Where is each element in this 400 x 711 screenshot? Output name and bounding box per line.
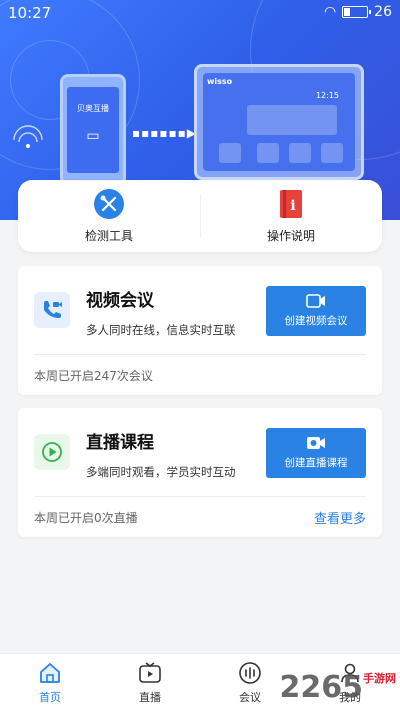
tv-tile — [289, 143, 311, 163]
svg-text:i: i — [290, 198, 295, 214]
home-icon — [37, 660, 63, 686]
meeting-title: 视频会议 — [86, 291, 154, 311]
nav-home-label: 首页 — [39, 691, 61, 704]
phone-illustration: 贝奥互播 ▭ — [60, 74, 126, 186]
tool-manual[interactable]: i 操作说明 — [200, 180, 382, 252]
live-stat: 本周已开启0次直播 — [34, 511, 138, 525]
tv-screen: wisso 12:15 — [203, 73, 355, 171]
live-card: 直播课程 多端同时观看，学员实时互动 创建直播课程 本周已开启0次直播 查看更多 — [18, 408, 382, 537]
meeting-stat: 本周已开启247次会议 — [34, 369, 153, 383]
tv-time: 12:15 — [315, 91, 339, 100]
tv-tile — [257, 143, 279, 163]
tv-tile — [321, 143, 343, 163]
tv-illustration: wisso 12:15 — [194, 64, 364, 180]
battery-fill — [344, 8, 351, 16]
create-live-label: 创建直播课程 — [284, 457, 348, 469]
nav-home[interactable]: 首页 — [0, 654, 100, 711]
manual-book-icon: i — [276, 189, 306, 219]
phone-app-name: 贝奥互播 — [77, 104, 109, 113]
meeting-desc: 多人同时在线，信息实时互联 — [86, 323, 236, 337]
meeting-icon — [237, 660, 263, 686]
signal-waves-icon — [13, 125, 43, 148]
watermark-sub: 手游网 — [363, 672, 396, 685]
phone-screen: 贝奥互播 ▭ — [67, 87, 119, 173]
tools-card: 检测工具 i 操作说明 — [18, 180, 382, 252]
nav-meeting-label: 会议 — [239, 691, 261, 704]
tool-manual-label: 操作说明 — [266, 228, 315, 243]
phone-video-icon — [34, 292, 70, 328]
watermark-text: 2265 — [279, 670, 364, 705]
folder-icon: ▭ — [86, 128, 100, 144]
meeting-card: 视频会议 多人同时在线，信息实时互联 创建视频会议 本周已开启247次会议 — [18, 266, 382, 395]
create-meeting-label: 创建视频会议 — [284, 315, 348, 327]
watermark-logo: 2265手游网 — [280, 670, 397, 705]
tv-tile — [247, 105, 337, 135]
status-bar: 10:27 ◠ 26 — [0, 0, 400, 26]
tool-detect[interactable]: 检测工具 — [18, 180, 200, 252]
battery-icon — [342, 6, 372, 18]
create-meeting-button[interactable]: 创建视频会议 — [266, 286, 366, 336]
live-desc: 多端同时观看，学员实时互动 — [86, 465, 236, 479]
camera-icon — [307, 437, 325, 449]
video-call-icon — [306, 294, 325, 308]
tools-icon — [94, 188, 124, 219]
tool-detect-label: 检测工具 — [84, 228, 133, 243]
tv-play-icon — [137, 660, 163, 686]
tv-tile — [219, 143, 241, 163]
nav-live[interactable]: 直播 — [100, 654, 200, 711]
status-right: ◠ 26 — [324, 4, 392, 20]
live-title: 直播课程 — [86, 433, 154, 453]
play-circle-icon — [34, 434, 70, 470]
tv-brand: wisso — [207, 77, 233, 86]
battery-percent: 26 — [374, 4, 392, 20]
view-more-link[interactable]: 查看更多 — [314, 508, 366, 527]
status-time: 10:27 — [8, 4, 52, 22]
wifi-icon: ◠ — [323, 4, 337, 20]
create-live-button[interactable]: 创建直播课程 — [266, 428, 366, 478]
cast-arrow-icon: ▪▪▪▪▪▪▶ — [132, 126, 198, 140]
nav-live-label: 直播 — [139, 691, 161, 704]
